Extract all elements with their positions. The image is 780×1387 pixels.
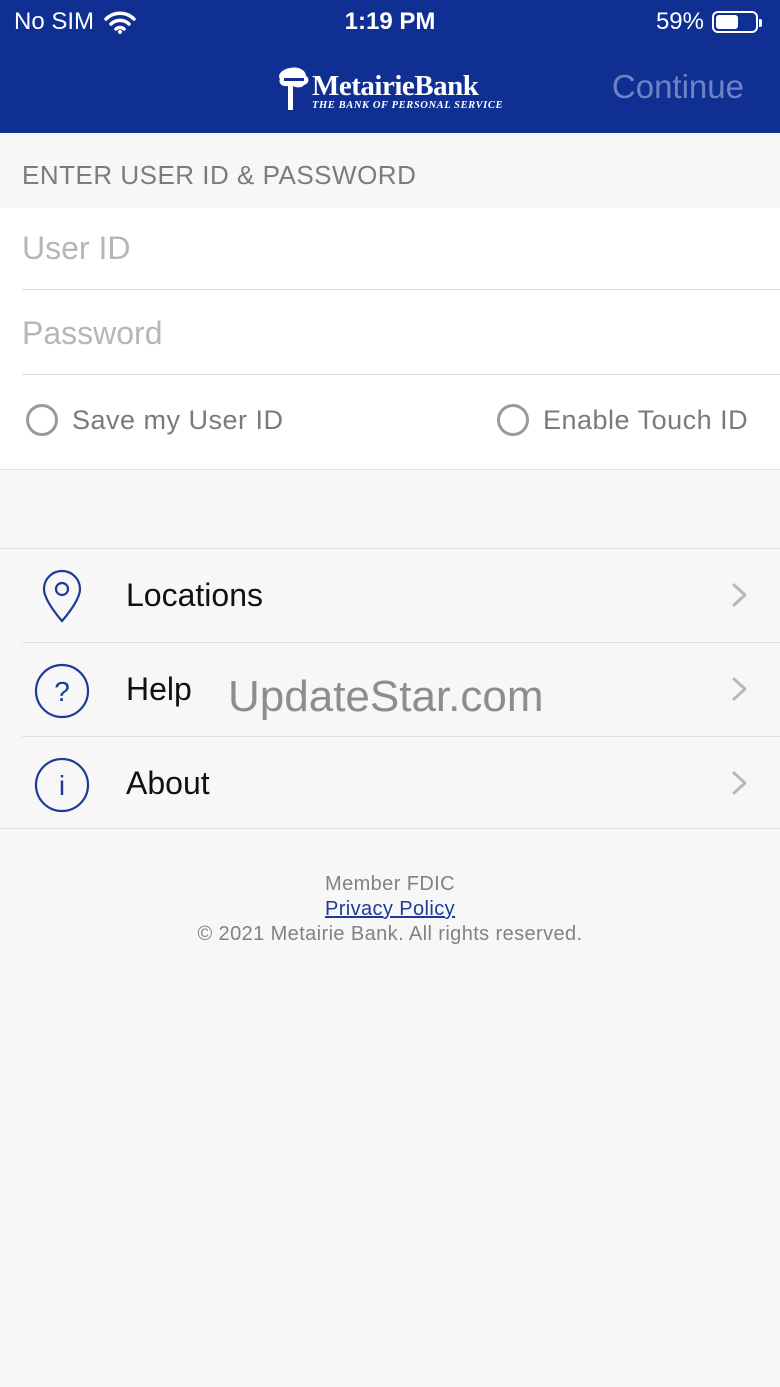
info-circle-icon: i bbox=[34, 757, 90, 813]
watermark-text: UpdateStar.com bbox=[228, 672, 544, 721]
save-user-id-label: Save my User ID bbox=[72, 404, 284, 435]
menu-item-label: Locations bbox=[126, 577, 263, 613]
privacy-policy-link[interactable]: Privacy Policy bbox=[325, 897, 455, 922]
enable-touch-id-label: Enable Touch ID bbox=[543, 404, 749, 435]
login-section-title: ENTER USER ID & PASSWORD bbox=[22, 160, 417, 190]
user-id-field-wrapper bbox=[22, 208, 780, 290]
member-fdic-text: Member FDIC bbox=[325, 873, 455, 895]
menu-item-about[interactable]: i About bbox=[0, 737, 780, 831]
menu-item-label: Help bbox=[126, 671, 192, 707]
svg-text:?: ? bbox=[54, 676, 70, 707]
logo-name: MetairieBank bbox=[312, 70, 479, 102]
chevron-right-icon bbox=[732, 771, 747, 795]
user-id-input[interactable] bbox=[22, 208, 780, 288]
battery-percent: 59% bbox=[655, 8, 704, 35]
location-pin-icon bbox=[42, 569, 82, 623]
login-options: Save my User ID Enable Touch ID bbox=[0, 378, 780, 470]
status-right: 59% bbox=[655, 8, 762, 36]
logo-tagline: THE BANK OF PERSONAL SERVICE bbox=[312, 100, 504, 111]
tree-logo-icon bbox=[279, 67, 309, 110]
login-form: Save my User ID Enable Touch ID bbox=[0, 208, 780, 470]
status-bar: No SIM 1:19 PM 59% bbox=[0, 8, 780, 38]
battery-icon bbox=[712, 11, 762, 33]
metairie-bank-logo: MetairieBank THE BANK OF PERSONAL SERVIC… bbox=[276, 66, 508, 112]
continue-button[interactable]: Continue bbox=[612, 68, 744, 106]
svg-text:i: i bbox=[59, 770, 65, 801]
menu-item-label: About bbox=[126, 765, 210, 801]
password-field-wrapper bbox=[22, 293, 780, 375]
chevron-right-icon bbox=[732, 583, 747, 607]
chevron-right-icon bbox=[732, 677, 747, 701]
save-user-id-radio[interactable] bbox=[26, 404, 58, 436]
enable-touch-id-radio[interactable] bbox=[497, 404, 529, 436]
password-input[interactable] bbox=[22, 293, 780, 373]
menu-item-locations[interactable]: Locations bbox=[0, 549, 780, 643]
app-header: No SIM 1:19 PM 59% MetairieBank THE BANK… bbox=[0, 0, 780, 133]
footer: Member FDIC Privacy Policy © 2021 Metair… bbox=[0, 872, 780, 947]
copyright-text: © 2021 Metairie Bank. All rights reserve… bbox=[197, 923, 583, 945]
battery-nub bbox=[759, 19, 762, 27]
save-user-id-toggle[interactable]: Save my User ID bbox=[26, 404, 284, 436]
enable-touch-id-toggle[interactable]: Enable Touch ID bbox=[497, 404, 748, 436]
help-circle-icon: ? bbox=[34, 663, 90, 719]
battery-fill bbox=[716, 15, 738, 29]
